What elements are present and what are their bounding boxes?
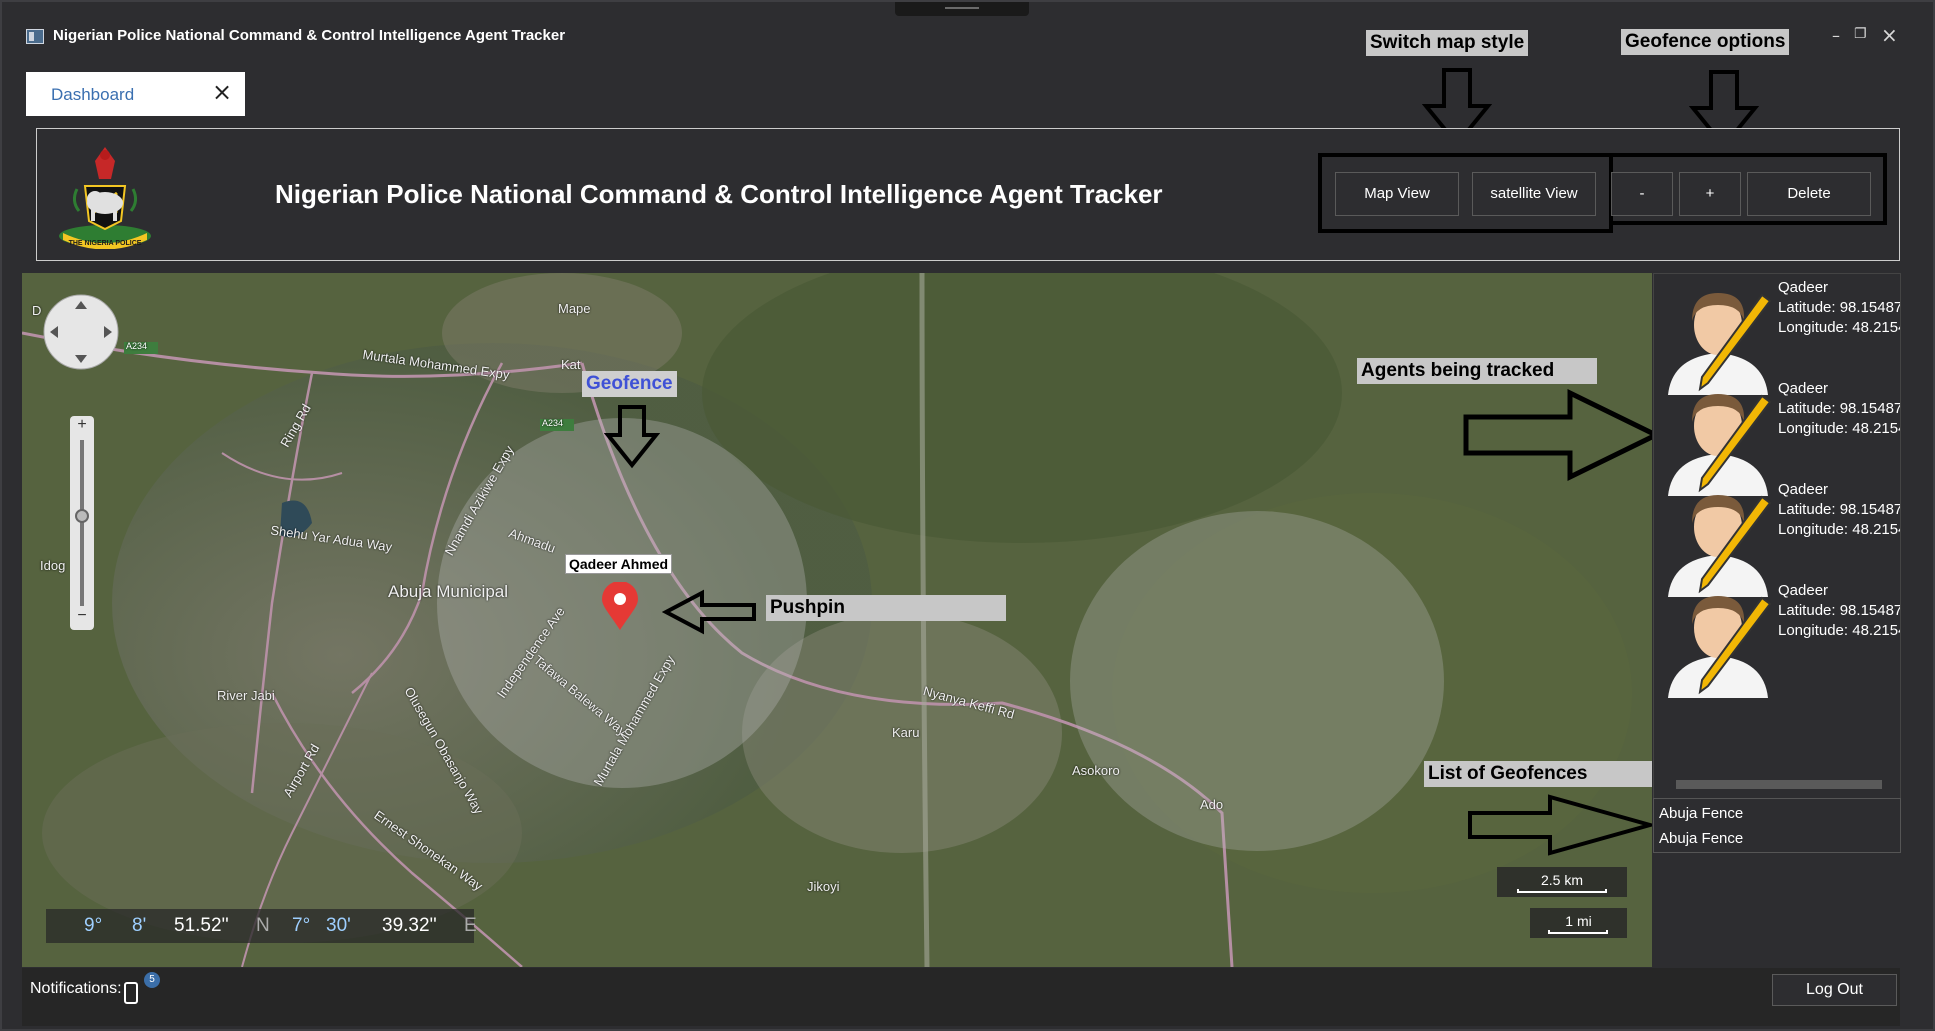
road-shield: A234: [126, 341, 148, 351]
agent-latitude: Latitude: 98.15487: [1778, 299, 1900, 316]
scale-km: 2.5 km: [1497, 867, 1627, 897]
lat-direction: N: [256, 915, 270, 936]
callout-switch-map-style: Switch map style: [1366, 30, 1529, 56]
header-panel: THE NIGERIA POLICE Nigerian Police Natio…: [36, 128, 1900, 261]
lon-minutes: 30': [326, 915, 351, 936]
notification-count-badge: 5: [144, 972, 160, 988]
map-view-button[interactable]: Map View: [1335, 172, 1459, 216]
map-label: Karu: [892, 725, 920, 740]
lat-seconds: 51.52'': [174, 915, 229, 936]
agent-info: Qadeer Latitude: 98.15487 Longitude: 48.…: [1778, 480, 1900, 540]
satellite-map[interactable]: Mape Kat A234 A234 Murtala Mohammed Expy…: [22, 273, 1652, 967]
lon-degrees: 7°: [292, 915, 311, 936]
restore-button[interactable]: ❐: [1854, 26, 1867, 42]
down-arrow-icon: [604, 405, 660, 469]
zoom-handle[interactable]: [75, 509, 89, 523]
road-shield: A234: [542, 418, 564, 428]
police-logo: THE NIGERIA POLICE: [59, 147, 151, 249]
tab-dashboard[interactable]: Dashboard ×: [26, 72, 245, 116]
agent-avatar: [1668, 596, 1772, 698]
zoom-track: [80, 440, 84, 606]
agent-name: Qadeer: [1778, 481, 1829, 498]
window-title: Nigerian Police National Command & Contr…: [53, 27, 566, 44]
map-label: Abuja Municipal: [388, 582, 509, 601]
lon-direction: E: [464, 915, 477, 936]
coordinate-readout: 9° 8' 51.52'' N 7° 30' 39.32'' E: [46, 909, 477, 943]
map-label: Jikoyi: [807, 879, 840, 894]
drag-grip[interactable]: [895, 2, 1029, 16]
app-icon: [26, 29, 44, 44]
lat-degrees: 9°: [84, 915, 103, 936]
scale-mi-label: 1 mi: [1565, 913, 1592, 929]
tab-close-icon[interactable]: ×: [212, 78, 232, 106]
agent-name: Qadeer: [1778, 582, 1829, 599]
geofence-list-item[interactable]: Abuja Fence: [1659, 830, 1743, 847]
agent-latitude: Latitude: 98.15487: [1778, 501, 1900, 518]
agent-info: Qadeer Latitude: 98.15487 Longitude: 48.…: [1778, 278, 1900, 338]
map-label: Mape: [558, 301, 591, 316]
horizontal-scrollbar[interactable]: [1676, 780, 1882, 789]
agent-longitude: Longitude: 48.2154: [1778, 521, 1900, 538]
map-pin-icon[interactable]: [600, 582, 640, 632]
notifications-label: Notifications:: [30, 980, 122, 997]
callout-geofence-options: Geofence options: [1621, 29, 1790, 55]
right-arrow-icon: [1463, 388, 1652, 482]
agent-longitude: Longitude: 48.2154: [1778, 319, 1900, 336]
geofence-plus-button[interactable]: +: [1679, 172, 1741, 216]
geofence-delete-button[interactable]: Delete: [1747, 172, 1871, 216]
agent-longitude: Longitude: 48.2154: [1778, 622, 1900, 639]
geofence-minus-button[interactable]: -: [1611, 172, 1673, 216]
map-label: D: [32, 303, 42, 318]
app-window: Nigerian Police National Command & Contr…: [0, 0, 1935, 1031]
right-arrow-icon: [1468, 794, 1652, 856]
callout-geofence-list: List of Geofences: [1424, 761, 1652, 787]
geofence-list[interactable]: Abuja Fence Abuja Fence: [1653, 798, 1901, 853]
map-label: River Jabi: [217, 688, 275, 703]
lat-minutes: 8': [132, 915, 147, 936]
agent-name: Qadeer: [1778, 279, 1829, 296]
page-title: Nigerian Police National Command & Contr…: [275, 179, 1163, 209]
agent-latitude: Latitude: 98.15487: [1778, 602, 1900, 619]
agent-info: Qadeer Latitude: 98.15487 Longitude: 48.…: [1778, 379, 1900, 439]
lon-seconds: 39.32'': [382, 915, 437, 936]
callout-pushpin: Pushpin: [766, 595, 1006, 621]
zoom-slider[interactable]: + −: [70, 416, 94, 630]
scale-km-label: 2.5 km: [1540, 872, 1583, 888]
agent-latitude: Latitude: 98.15487: [1778, 400, 1900, 417]
logo-text: THE NIGERIA POLICE: [69, 240, 142, 247]
close-button[interactable]: ×: [1881, 23, 1898, 47]
pan-control[interactable]: [42, 293, 120, 371]
agent-list[interactable]: Qadeer Latitude: 98.15487 Longitude: 48.…: [1653, 273, 1901, 853]
scale-mi: 1 mi: [1530, 908, 1627, 938]
agent-name: Qadeer: [1778, 380, 1829, 397]
map-label: Asokoro: [1072, 763, 1120, 778]
agent-item[interactable]: Qadeer Latitude: 98.15487 Longitude: 48.…: [1654, 577, 1902, 703]
phone-notification-icon[interactable]: [122, 980, 142, 1006]
callout-geofence: Geofence: [582, 371, 677, 397]
map-label: Ado: [1200, 797, 1224, 812]
callout-agents: Agents being tracked: [1357, 358, 1597, 384]
map-label: Idog: [40, 558, 66, 573]
satellite-view-button[interactable]: satellite View: [1472, 172, 1596, 216]
agent-longitude: Longitude: 48.2154: [1778, 420, 1900, 437]
agent-info: Qadeer Latitude: 98.15487 Longitude: 48.…: [1778, 581, 1900, 641]
map-label: Kat: [561, 357, 581, 372]
left-arrow-icon: [662, 589, 756, 635]
zoom-in-button[interactable]: +: [75, 416, 89, 434]
minimize-button[interactable]: –: [1832, 26, 1840, 45]
zoom-out-button[interactable]: −: [75, 607, 89, 625]
logout-button[interactable]: Log Out: [1772, 974, 1897, 1006]
pushpin-label: Qadeer Ahmed: [565, 554, 673, 574]
tab-label: Dashboard: [51, 85, 135, 104]
geofence-list-item[interactable]: Abuja Fence: [1659, 805, 1743, 822]
status-bar: Notifications: 5 Log Out: [22, 968, 1900, 1026]
geofence-circle[interactable]: [1070, 511, 1444, 851]
